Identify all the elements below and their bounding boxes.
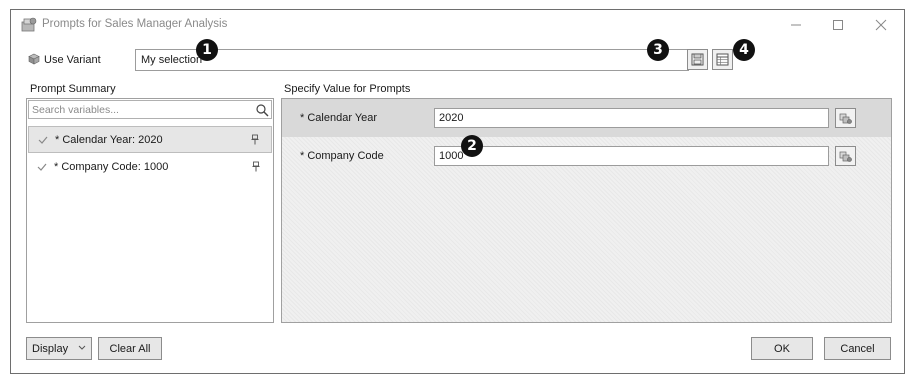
prompt-row-calendar-year: * Calendar Year 2020: [282, 99, 891, 137]
list-item[interactable]: * Calendar Year: 2020: [28, 126, 272, 153]
use-variant-label: Use Variant: [44, 54, 101, 66]
cancel-button[interactable]: Cancel: [824, 337, 891, 360]
display-dropdown[interactable]: Display: [26, 337, 92, 360]
search-box: [28, 100, 272, 119]
close-button[interactable]: [866, 14, 896, 36]
display-label: Display: [32, 342, 69, 355]
manage-variants-button[interactable]: [712, 49, 733, 70]
clear-all-button[interactable]: Clear All: [98, 337, 162, 360]
maximize-icon: [833, 20, 843, 30]
calendar-year-value-help-button[interactable]: [835, 108, 856, 128]
pin-icon[interactable]: [251, 134, 259, 145]
save-variant-button[interactable]: [687, 49, 708, 70]
callout-3: 3: [647, 39, 669, 61]
variant-cube-icon: [28, 53, 40, 65]
list-item-label: * Calendar Year: 2020: [55, 134, 163, 146]
callout-4: 4: [733, 39, 755, 61]
calendar-year-input[interactable]: 2020: [434, 108, 829, 128]
value-help-icon: [839, 151, 852, 162]
prompt-row-company-code: * Company Code 1000: [282, 137, 891, 175]
pin-icon[interactable]: [252, 161, 260, 172]
ok-button[interactable]: OK: [751, 337, 813, 360]
app-icon: [21, 17, 37, 32]
maximize-button[interactable]: [823, 14, 853, 36]
list-item[interactable]: * Company Code: 1000: [28, 154, 272, 181]
close-icon: [875, 19, 887, 31]
specify-value-heading: Specify Value for Prompts: [284, 83, 411, 95]
search-input[interactable]: [29, 101, 253, 118]
specify-value-panel: * Calendar Year 2020 * Company Code 1000: [281, 98, 892, 323]
save-icon: [691, 53, 704, 66]
window-title: Prompts for Sales Manager Analysis: [42, 18, 228, 30]
search-icon[interactable]: [255, 103, 269, 117]
minimize-button[interactable]: [781, 14, 811, 36]
chevron-down-icon: [78, 345, 86, 350]
callout-2: 2: [461, 135, 483, 157]
company-code-value-help-button[interactable]: [835, 146, 856, 166]
company-code-input[interactable]: 1000: [434, 146, 829, 166]
prompt-summary-panel: * Calendar Year: 2020 * Company Code: 10…: [26, 98, 274, 323]
table-icon: [716, 53, 729, 66]
variant-input[interactable]: My selection: [135, 49, 689, 71]
company-code-label: * Company Code: [300, 150, 384, 162]
list-item-label: * Company Code: 1000: [54, 161, 169, 173]
minimize-icon: [791, 24, 801, 26]
value-help-icon: [839, 113, 852, 124]
prompt-summary-heading: Prompt Summary: [30, 83, 116, 95]
calendar-year-label: * Calendar Year: [300, 112, 378, 124]
check-icon: [38, 136, 48, 144]
prompts-dialog: Prompts for Sales Manager Analysis Use V…: [10, 9, 905, 374]
variant-row: Use Variant My selection: [11, 47, 904, 73]
callout-1: 1: [196, 39, 218, 61]
check-icon: [37, 163, 47, 171]
title-bar[interactable]: Prompts for Sales Manager Analysis: [11, 10, 904, 40]
